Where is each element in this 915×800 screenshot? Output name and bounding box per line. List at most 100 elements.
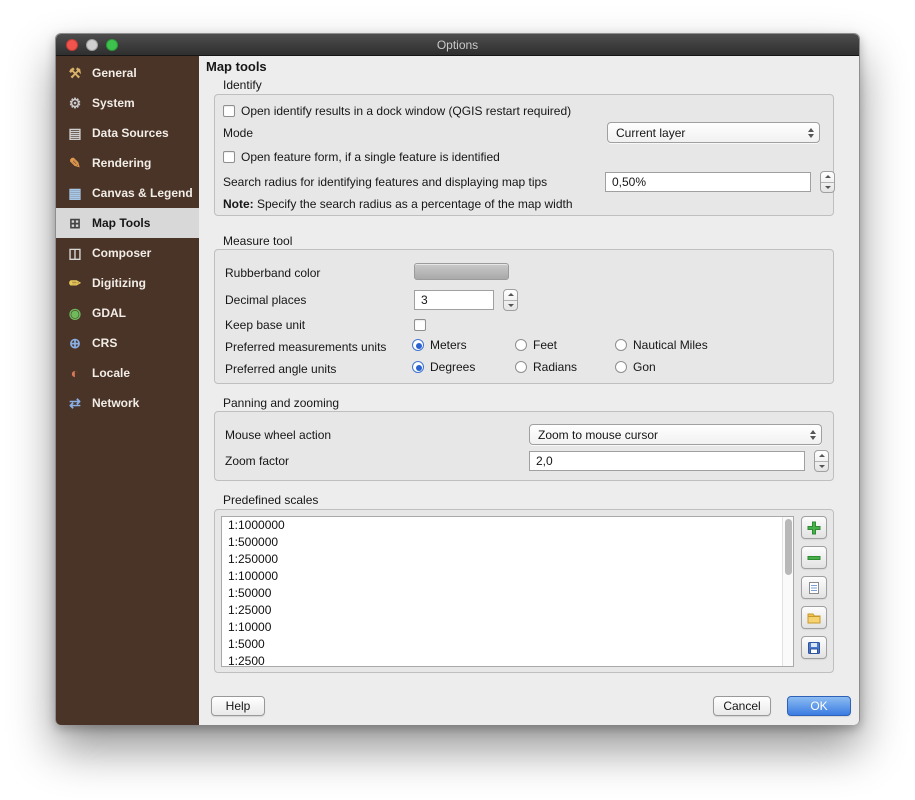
scales-section-label: Predefined scales xyxy=(223,493,318,507)
decimal-places-stepper[interactable] xyxy=(503,289,518,311)
mode-dropdown[interactable]: Current layer xyxy=(607,122,820,143)
radio-degrees-label: Degrees xyxy=(430,360,475,374)
search-radius-stepper[interactable] xyxy=(820,171,835,193)
list-paper-icon xyxy=(806,580,822,596)
radio-meters[interactable] xyxy=(412,339,424,351)
paintbrush-icon: ✎ xyxy=(66,156,84,170)
list-scrollbar-thumb[interactable] xyxy=(785,519,792,575)
sidebar-item-label: General xyxy=(92,66,137,80)
canvas-icon: ▦ xyxy=(66,186,84,200)
radio-gon[interactable] xyxy=(615,361,627,373)
titlebar[interactable]: Options xyxy=(56,34,859,56)
minimize-button[interactable] xyxy=(86,39,98,51)
add-scale-button[interactable] xyxy=(801,516,827,539)
minus-icon xyxy=(806,550,822,566)
ok-button[interactable]: OK xyxy=(787,696,851,716)
sidebar-item-gdal[interactable]: ◉ GDAL xyxy=(56,298,199,328)
remove-scale-button[interactable] xyxy=(801,546,827,569)
sidebar-item-rendering[interactable]: ✎ Rendering xyxy=(56,148,199,178)
sidebar-item-locale[interactable]: ◐ Locale xyxy=(56,358,199,388)
feature-form-label: Open feature form, if a single feature i… xyxy=(241,150,500,164)
save-disk-icon xyxy=(806,640,822,656)
zoom-factor-value: 2,0 xyxy=(536,454,553,468)
sidebar-item-map-tools[interactable]: ⊞ Map Tools xyxy=(56,208,199,238)
scale-list-item[interactable]: 1:250000 xyxy=(222,551,793,568)
scale-list-item[interactable]: 1:1000000 xyxy=(222,517,793,534)
search-radius-value: 0,50% xyxy=(612,175,646,189)
radio-radians[interactable] xyxy=(515,361,527,373)
sidebar-item-label: Digitizing xyxy=(92,276,146,290)
folder-icon xyxy=(806,610,822,626)
sidebar-item-crs[interactable]: ⊕ CRS xyxy=(56,328,199,358)
scale-list-item[interactable]: 1:50000 xyxy=(222,585,793,602)
dropdown-arrows-icon xyxy=(810,430,816,440)
window-title: Options xyxy=(56,34,859,56)
crs-globe-icon: ⊕ xyxy=(66,336,84,350)
radio-nautical-miles[interactable] xyxy=(615,339,627,351)
mode-label: Mode xyxy=(223,126,253,140)
identify-section-label: Identify xyxy=(223,78,262,92)
zoom-factor-input[interactable]: 2,0 xyxy=(529,451,805,471)
radio-degrees[interactable] xyxy=(412,361,424,373)
locale-icon: ◐ xyxy=(66,366,84,380)
angle-units-label: Preferred angle units xyxy=(225,362,336,376)
scale-list-item[interactable]: 1:500000 xyxy=(222,534,793,551)
default-scales-button[interactable] xyxy=(801,576,827,599)
sidebar-item-composer[interactable]: ◫ Composer xyxy=(56,238,199,268)
sidebar-item-label: Canvas & Legend xyxy=(92,186,193,200)
gear-icon: ⚙ xyxy=(66,96,84,110)
radio-nautical-miles-label: Nautical Miles xyxy=(633,338,708,352)
note-text: Specify the search radius as a percentag… xyxy=(254,197,573,211)
cancel-button[interactable]: Cancel xyxy=(713,696,771,716)
mode-dropdown-value: Current layer xyxy=(616,126,685,140)
dock-window-label: Open identify results in a dock window (… xyxy=(241,104,571,118)
search-radius-note: Note: Specify the search radius as a per… xyxy=(223,197,573,211)
sidebar-item-digitizing[interactable]: ✏ Digitizing xyxy=(56,268,199,298)
panning-section-label: Panning and zooming xyxy=(223,396,339,410)
zoom-button[interactable] xyxy=(106,39,118,51)
scale-list-item[interactable]: 1:5000 xyxy=(222,636,793,653)
database-icon: ▤ xyxy=(66,126,84,140)
scale-list-item[interactable]: 1:25000 xyxy=(222,602,793,619)
radio-feet[interactable] xyxy=(515,339,527,351)
search-radius-label: Search radius for identifying features a… xyxy=(223,175,547,189)
predefined-scales-list[interactable]: 1:1000000 1:500000 1:250000 1:100000 1:5… xyxy=(221,516,794,667)
search-radius-input[interactable]: 0,50% xyxy=(605,172,811,192)
traffic-lights xyxy=(66,39,118,51)
sidebar-item-system[interactable]: ⚙ System xyxy=(56,88,199,118)
mouse-wheel-label: Mouse wheel action xyxy=(225,428,331,442)
feature-form-checkbox[interactable] xyxy=(223,151,235,163)
keep-base-unit-label: Keep base unit xyxy=(225,318,305,332)
rubberband-color-button[interactable] xyxy=(414,263,509,280)
zoom-factor-stepper[interactable] xyxy=(814,450,829,472)
scale-list-item[interactable]: 1:100000 xyxy=(222,568,793,585)
decimal-places-input[interactable]: 3 xyxy=(414,290,494,310)
list-scrollbar[interactable] xyxy=(782,517,793,666)
help-button[interactable]: Help xyxy=(211,696,265,716)
radio-feet-label: Feet xyxy=(533,338,557,352)
dock-window-checkbox[interactable] xyxy=(223,105,235,117)
sidebar-item-label: GDAL xyxy=(92,306,126,320)
mouse-wheel-dropdown[interactable]: Zoom to mouse cursor xyxy=(529,424,822,445)
decimal-places-label: Decimal places xyxy=(225,293,306,307)
ok-button-label: OK xyxy=(810,699,827,713)
page-title: Map tools xyxy=(206,59,267,74)
scale-list-item[interactable]: 1:10000 xyxy=(222,619,793,636)
sidebar-item-data-sources[interactable]: ▤ Data Sources xyxy=(56,118,199,148)
measure-section-label: Measure tool xyxy=(223,234,292,248)
keep-base-unit-checkbox[interactable] xyxy=(414,319,426,331)
close-button[interactable] xyxy=(66,39,78,51)
sidebar-item-label: Rendering xyxy=(92,156,151,170)
import-scales-button[interactable] xyxy=(801,606,827,629)
network-icon: ⇄ xyxy=(66,396,84,410)
sidebar-item-network[interactable]: ⇄ Network xyxy=(56,388,199,418)
radio-gon-label: Gon xyxy=(633,360,656,374)
scale-list-item[interactable]: 1:2500 xyxy=(222,653,793,667)
radio-radians-label: Radians xyxy=(533,360,577,374)
general-tools-icon: ⚒ xyxy=(66,66,84,80)
sidebar-item-canvas-legend[interactable]: ▦ Canvas & Legend xyxy=(56,178,199,208)
sidebar-item-label: Map Tools xyxy=(92,216,150,230)
export-scales-button[interactable] xyxy=(801,636,827,659)
sidebar-item-general[interactable]: ⚒ General xyxy=(56,58,199,88)
options-window: Options ⚒ General ⚙ System ▤ Data Source… xyxy=(55,33,860,725)
